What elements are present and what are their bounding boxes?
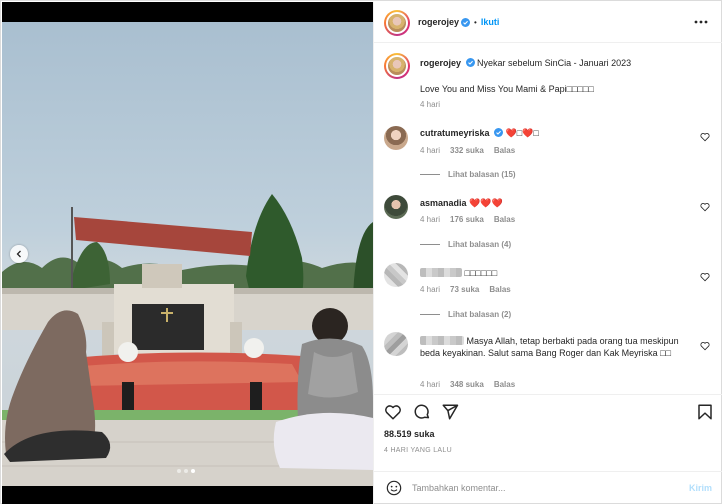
caption-time: 4 hari <box>420 100 441 109</box>
caption-username[interactable]: rogerojey <box>420 58 461 68</box>
comment-likes[interactable]: 176 suka <box>450 215 484 224</box>
comment-likes[interactable]: 73 suka <box>450 285 479 294</box>
chevron-left-icon <box>16 250 21 258</box>
blurred-username[interactable] <box>420 268 462 277</box>
comment-input[interactable] <box>412 479 672 497</box>
comment-avatar-blurred[interactable] <box>384 332 408 356</box>
reply-button[interactable]: Balas <box>489 285 510 294</box>
comments-list[interactable]: rogerojey Nyekar sebelum SinCia - Januar… <box>374 43 722 390</box>
emoji-icon[interactable] <box>386 480 402 496</box>
separator-dot: • <box>474 17 477 27</box>
more-options-icon[interactable] <box>694 16 708 28</box>
comment-avatar[interactable] <box>384 195 408 219</box>
carousel-prev-button[interactable] <box>10 245 28 263</box>
comment-like-icon[interactable] <box>700 132 710 142</box>
carousel-dot-active <box>191 469 195 473</box>
author-username[interactable]: rogerojey <box>418 17 459 27</box>
comment-item: □□□□□□ <box>420 267 700 279</box>
comment-icon[interactable] <box>413 403 431 421</box>
verified-badge-icon <box>494 128 504 137</box>
replies-line <box>420 314 440 315</box>
view-replies-button[interactable]: Lihat balasan (4) <box>420 240 511 249</box>
comment-text: □□□□□□ <box>464 268 498 278</box>
action-bar <box>374 394 722 424</box>
post-photo <box>2 22 373 486</box>
view-replies-label: Lihat balasan (2) <box>448 310 512 319</box>
comment-time: 4 hari <box>420 215 441 224</box>
caption-text-line2: Love You and Miss You Mami & Papi□□□□□ <box>420 84 594 94</box>
caption-text-line1: Nyekar sebelum SinCia - Januari 2023 <box>477 58 632 68</box>
comment-likes[interactable]: 332 suka <box>450 146 484 155</box>
bookmark-icon[interactable] <box>696 403 714 421</box>
reply-button[interactable]: Balas <box>494 380 515 389</box>
carousel-dot <box>184 469 188 473</box>
replies-line <box>420 244 440 245</box>
comment-time: 4 hari <box>420 285 441 294</box>
follow-button[interactable]: Ikuti <box>481 17 500 27</box>
comment-like-icon[interactable] <box>700 341 710 351</box>
comment-avatar[interactable] <box>384 126 408 150</box>
comment-text: ❤️❤️❤️ <box>469 198 503 208</box>
blurred-username[interactable] <box>420 336 464 345</box>
caption: rogerojey Nyekar sebelum SinCia - Januar… <box>420 57 700 69</box>
comment-text: ❤️□❤️□ <box>505 128 539 138</box>
view-replies-label: Lihat balasan (15) <box>448 170 516 179</box>
comment-composer: Kirim <box>374 471 722 504</box>
comment-time: 4 hari <box>420 380 441 389</box>
comment-meta: 4 hari 348 suka Balas <box>420 380 515 389</box>
comment-like-icon[interactable] <box>700 202 710 212</box>
share-icon[interactable] <box>441 403 459 421</box>
post-timestamp: 4 HARI YANG LALU <box>384 447 452 454</box>
comment-item: Masya Allah, tetap berbakti pada orang t… <box>420 335 700 359</box>
comment-item: asmanadia ❤️❤️❤️ <box>420 197 700 209</box>
comment-meta: 4 hari 73 suka Balas <box>420 285 511 294</box>
post-comment-button[interactable]: Kirim <box>689 483 712 493</box>
comment-time: 4 hari <box>420 146 441 155</box>
view-replies-button[interactable]: Lihat balasan (15) <box>420 170 516 179</box>
comment-like-icon[interactable] <box>700 272 710 282</box>
comment-username[interactable]: asmanadia <box>420 198 467 208</box>
verified-badge-icon <box>461 17 471 27</box>
comment-username[interactable]: cutratumeyriska <box>420 128 490 138</box>
reply-button[interactable]: Balas <box>494 215 515 224</box>
verified-badge-icon <box>465 58 475 67</box>
comment-meta: 4 hari 176 suka Balas <box>420 215 515 224</box>
likes-count[interactable]: 88.519 suka <box>384 429 435 439</box>
view-replies-button[interactable]: Lihat balasan (2) <box>420 310 511 319</box>
caption-avatar[interactable] <box>384 53 410 79</box>
reply-button[interactable]: Balas <box>494 146 515 155</box>
comment-avatar-blurred[interactable] <box>384 263 408 287</box>
post-photo-panel <box>2 2 373 504</box>
carousel-dot <box>177 469 181 473</box>
comment-meta: 4 hari 332 suka Balas <box>420 146 515 155</box>
comment-likes[interactable]: 348 suka <box>450 380 484 389</box>
author-avatar[interactable] <box>384 10 410 36</box>
caption-meta: 4 hari <box>420 100 440 109</box>
carousel-indicator <box>177 469 195 473</box>
post-dialog: rogerojey • Ikuti rogerojey Nyekar sebel… <box>0 0 722 504</box>
author-row: rogerojey • Ikuti <box>418 17 499 27</box>
post-header: rogerojey • Ikuti <box>374 2 722 43</box>
heart-icon[interactable] <box>384 403 402 421</box>
cemetery-photo <box>2 194 373 486</box>
post-sidebar: rogerojey • Ikuti rogerojey Nyekar sebel… <box>373 2 722 504</box>
view-replies-label: Lihat balasan (4) <box>448 240 512 249</box>
comment-item: cutratumeyriska ❤️□❤️□ <box>420 127 700 139</box>
replies-line <box>420 174 440 175</box>
